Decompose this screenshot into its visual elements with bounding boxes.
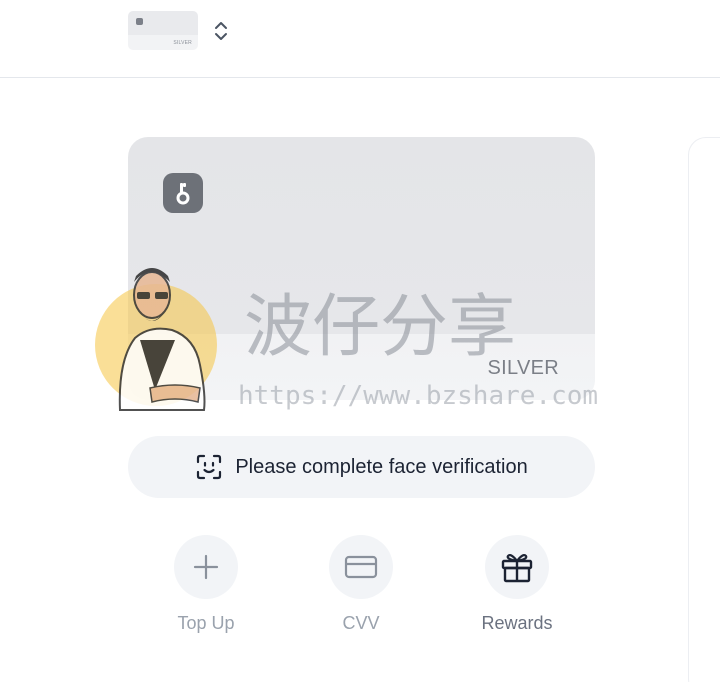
plus-icon (193, 554, 219, 580)
virtual-card[interactable]: SILVER (128, 137, 595, 400)
cvv-circle (329, 535, 393, 599)
mini-card-logo-icon (136, 18, 143, 25)
rewards-circle (485, 535, 549, 599)
top-bar: SILVER (0, 0, 720, 78)
card-tier-label: SILVER (487, 357, 559, 379)
gift-icon (501, 554, 533, 583)
top-up-label: Top Up (177, 613, 235, 633)
cvv-button[interactable]: CVV (301, 535, 421, 645)
mini-card-tier: SILVER (173, 40, 192, 46)
top-up-button[interactable]: Top Up (146, 535, 266, 645)
face-scan-icon (197, 454, 222, 480)
side-panel (688, 137, 720, 682)
face-verification-button[interactable]: Please complete face verification (128, 436, 595, 498)
card-brand-logo-icon (163, 173, 203, 213)
face-verification-text: Please complete face verification (235, 455, 528, 478)
top-up-circle (174, 535, 238, 599)
chevron-up-down-icon[interactable] (212, 19, 230, 43)
rewards-button[interactable]: Rewards (457, 535, 577, 645)
rewards-label: Rewards (481, 613, 553, 633)
cvv-label: CVV (342, 613, 380, 633)
card-switcher-thumbnail[interactable]: SILVER (128, 11, 198, 50)
credit-card-icon (344, 555, 378, 579)
